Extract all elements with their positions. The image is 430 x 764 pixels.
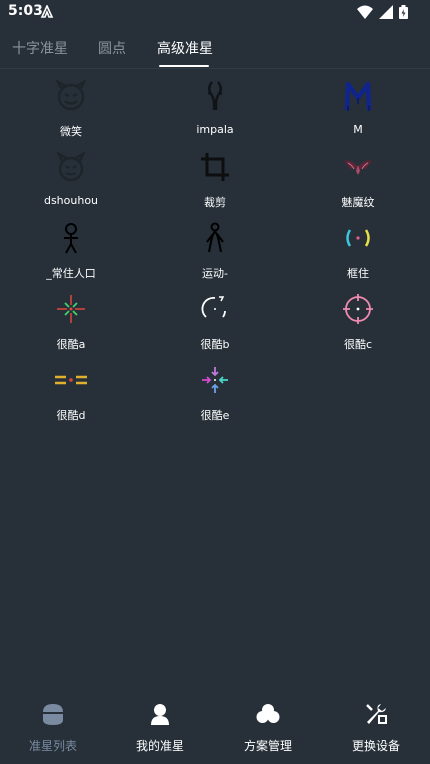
nav-crosshair-list[interactable]: 准星列表: [3, 694, 103, 758]
crosshair-label: 很酷c: [343, 338, 373, 351]
crosshair-label: 很酷d: [56, 409, 86, 422]
crosshair-label: M: [353, 123, 363, 136]
cool-arrows-e-icon: [199, 364, 231, 396]
crosshair-label: 微笑: [60, 125, 82, 138]
crosshair-item[interactable]: 很酷e: [155, 358, 275, 422]
tab-dot[interactable]: 圆点: [98, 38, 126, 58]
crosshair-item[interactable]: 裁剪: [155, 145, 275, 209]
swap-device-icon: [364, 702, 388, 726]
crosshair-item[interactable]: 很酷d: [11, 358, 131, 422]
crosshair-item[interactable]: 运动-: [155, 216, 275, 280]
crosshair-item[interactable]: 很酷b: [155, 287, 275, 351]
devil-face-icon: [55, 151, 87, 183]
status-time: 5:03: [8, 3, 43, 19]
nav-label: 方案管理: [243, 739, 292, 753]
nav-label: 我的准星: [135, 739, 184, 753]
app-notification-icon: [40, 4, 54, 23]
crop-icon: [199, 151, 231, 183]
crosshair-category-tabs: 十字准星 圆点 高级准星: [0, 28, 430, 68]
crosshair-item[interactable]: M: [298, 74, 418, 138]
crosshair-label: 很酷a: [56, 338, 86, 351]
battery-icon: [399, 4, 408, 23]
smiley-devil-icon: [55, 78, 87, 112]
crosshair-label: 运动-: [202, 267, 228, 280]
crosshair-label: 很酷e: [200, 409, 230, 422]
user-icon: [148, 702, 172, 726]
cool-cross-a-icon: [55, 293, 87, 325]
cool-circle-c-icon: [342, 293, 374, 325]
crosshair-item[interactable]: dshouhou: [11, 145, 131, 209]
tab-cross[interactable]: 十字准星: [12, 38, 68, 58]
signal-icon: [379, 4, 393, 23]
crosshair-label: 裁剪: [204, 196, 226, 209]
nav-scheme-management[interactable]: 方案管理: [218, 694, 318, 758]
crosshair-list-icon: [41, 702, 65, 726]
crosshair-item[interactable]: impala: [155, 74, 275, 138]
stick-figure-icon: [55, 222, 87, 254]
nav-my-crosshair[interactable]: 我的准星: [110, 694, 210, 758]
letter-m-icon: [342, 80, 374, 112]
nav-label: 准星列表: [28, 739, 77, 753]
crosshair-item[interactable]: _常住人口: [11, 216, 131, 280]
cool-dash-d-icon: [55, 364, 87, 396]
tab-advanced[interactable]: 高级准星: [157, 38, 213, 58]
crosshair-label: dshouhou: [43, 194, 99, 207]
crosshair-label: _常住人口: [46, 267, 96, 280]
tab-divider: [0, 68, 430, 69]
crosshair-label: 魅魔纹: [341, 196, 375, 209]
crosshair-item[interactable]: 微笑: [11, 74, 131, 138]
active-tab-indicator: [159, 65, 209, 67]
running-figure-icon: [199, 222, 231, 254]
cloud-icon: [256, 702, 280, 726]
bracket-frame-icon: [342, 222, 374, 254]
crosshair-item[interactable]: 框住: [298, 216, 418, 280]
cool-arc-b-icon: [199, 293, 231, 325]
bottom-navigation: 准星列表 我的准星 方案管理 更换设备: [0, 694, 430, 764]
crosshair-item[interactable]: 很酷c: [298, 287, 418, 351]
status-bar: 5:03: [0, 0, 430, 24]
impala-horns-icon: [199, 80, 231, 112]
succubus-mark-icon: [342, 151, 374, 183]
crosshair-item[interactable]: 很酷a: [11, 287, 131, 351]
crosshair-item[interactable]: 魅魔纹: [298, 145, 418, 209]
wifi-icon: [357, 4, 373, 23]
nav-change-device[interactable]: 更换设备: [326, 694, 426, 758]
crosshair-label: 很酷b: [200, 338, 230, 351]
crosshair-label: 框住: [347, 267, 369, 280]
crosshair-label: impala: [196, 123, 234, 136]
nav-label: 更换设备: [351, 739, 400, 753]
